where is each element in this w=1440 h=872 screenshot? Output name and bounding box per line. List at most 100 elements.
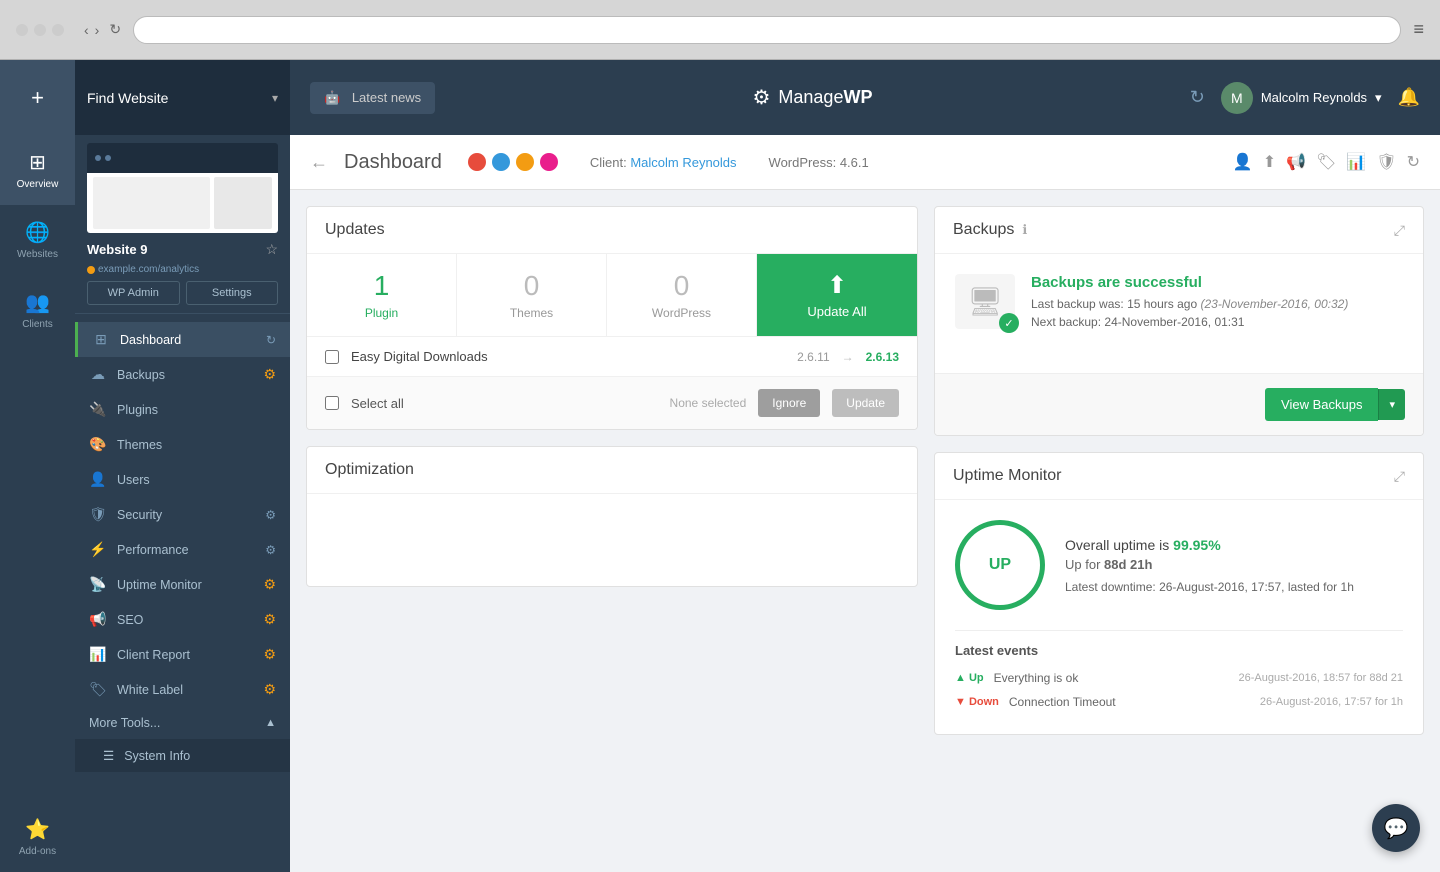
color-dot-pink[interactable] bbox=[540, 153, 558, 171]
settings-button[interactable]: Settings bbox=[186, 281, 279, 305]
select-all-label: Select all bbox=[351, 396, 658, 411]
color-dot-orange[interactable] bbox=[516, 153, 534, 171]
server-icon: 🖥 bbox=[967, 285, 1003, 318]
forward-arrow[interactable]: › bbox=[95, 22, 100, 38]
backups-info-icon[interactable]: ℹ bbox=[1022, 222, 1027, 238]
plugin-label: Plugin bbox=[323, 306, 440, 320]
header-announce-icon[interactable]: 📢 bbox=[1286, 152, 1306, 172]
wordpress-stat[interactable]: 0 WordPress bbox=[607, 254, 757, 336]
sidebar-item-uptime[interactable]: 📡 Uptime Monitor ⚙ bbox=[75, 567, 290, 602]
sidebar-item-backups[interactable]: ☁ Backups ⚙ bbox=[75, 357, 290, 392]
bell-icon[interactable]: 🔔 bbox=[1398, 87, 1420, 108]
sidebar-client-report-label: Client Report bbox=[117, 648, 253, 662]
themes-stat[interactable]: 0 Themes bbox=[457, 254, 607, 336]
header-upload-icon[interactable]: ⬆ bbox=[1263, 152, 1276, 172]
update-all-button[interactable]: ⬆ Update All bbox=[757, 254, 917, 336]
plugin-count: 1 bbox=[323, 270, 440, 302]
user-menu[interactable]: M Malcolm Reynolds ▾ bbox=[1221, 82, 1382, 114]
none-selected-label: None selected bbox=[670, 396, 747, 410]
header-user-icon[interactable]: 👤 bbox=[1233, 152, 1253, 172]
sidebar-item-system-info[interactable]: ☰ System Info bbox=[75, 739, 290, 772]
rail-add-button[interactable]: + bbox=[0, 60, 75, 135]
updates-title: Updates bbox=[325, 221, 385, 239]
sidebar-header[interactable]: Find Website ▾ bbox=[75, 60, 290, 135]
uptime-circle: UP bbox=[955, 520, 1045, 610]
uptime-percent-val: 99.95% bbox=[1173, 537, 1220, 553]
wordpress-count: 0 bbox=[623, 270, 740, 302]
color-dot-red[interactable] bbox=[468, 153, 486, 171]
back-button[interactable]: ← bbox=[310, 152, 328, 173]
favorite-star-icon[interactable]: ☆ bbox=[265, 241, 278, 258]
security-gear-icon: ⚙ bbox=[265, 508, 276, 522]
rail-item-overview[interactable]: ⊞ Overview bbox=[0, 135, 75, 205]
latest-events-title: Latest events bbox=[955, 630, 1403, 658]
backup-info: Backups are successful Last backup was: … bbox=[1031, 274, 1403, 333]
sidebar-item-dashboard[interactable]: ⊞ Dashboard ↻ bbox=[75, 322, 290, 357]
uptime-percent: Overall uptime is 99.95% bbox=[1065, 537, 1403, 553]
browser-refresh[interactable]: ↻ bbox=[109, 21, 121, 38]
back-arrow[interactable]: ‹ bbox=[84, 22, 89, 38]
update-row-checkbox[interactable] bbox=[325, 350, 339, 364]
header-refresh-icon[interactable]: ↻ bbox=[1407, 152, 1420, 172]
rail-item-clients[interactable]: 👥 Clients bbox=[0, 275, 75, 345]
uptime-expand-icon[interactable]: ⤢ bbox=[1394, 468, 1405, 485]
next-backup-time: 24-November-2016, 01:31 bbox=[1104, 315, 1244, 329]
white-label-nav-icon: 🏷 bbox=[89, 681, 107, 698]
icon-rail: + ⊞ Overview 🌐 Websites 👥 Clients ⭐ Add-… bbox=[0, 60, 75, 872]
view-backups-main-btn[interactable]: View Backups bbox=[1265, 388, 1378, 421]
thumb-dot-2 bbox=[105, 155, 111, 161]
header-right: ↻ M Malcolm Reynolds ▾ 🔔 bbox=[1190, 82, 1420, 114]
websites-icon: 🌐 bbox=[25, 220, 50, 245]
user-avatar: M bbox=[1221, 82, 1253, 114]
plugins-nav-icon: 🔌 bbox=[89, 401, 107, 418]
event-up-label: ▲ Up bbox=[955, 672, 984, 684]
backups-card: Backups ℹ ⤢ 🖥 ✓ Backups a bbox=[934, 206, 1424, 436]
browser-menu-icon[interactable]: ≡ bbox=[1413, 19, 1424, 40]
header-chart-icon[interactable]: 📊 bbox=[1346, 152, 1366, 172]
sidebar-item-security[interactable]: 🛡 Security ⚙ bbox=[75, 497, 290, 532]
addons-icon: ⭐ bbox=[25, 817, 50, 842]
sidebar-white-label-label: White Label bbox=[117, 683, 253, 697]
client-info: Client: Malcolm Reynolds bbox=[590, 155, 737, 170]
website-url: example.com/analytics bbox=[87, 264, 278, 275]
sidebar-item-performance[interactable]: ⚡ Performance ⚙ bbox=[75, 532, 290, 567]
plugin-stat[interactable]: 1 Plugin bbox=[307, 254, 457, 336]
last-backup-detail: Last backup was: 15 hours ago (23-Novemb… bbox=[1031, 297, 1403, 311]
sidebar-item-seo[interactable]: 📢 SEO ⚙ bbox=[75, 602, 290, 637]
rail-item-websites[interactable]: 🌐 Websites bbox=[0, 205, 75, 275]
sidebar-item-client-report[interactable]: 📊 Client Report ⚙ bbox=[75, 637, 290, 672]
backups-card-header: Backups ℹ ⤢ bbox=[935, 207, 1423, 254]
client-label: Client: bbox=[590, 155, 627, 170]
backups-expand-icon[interactable]: ⤢ bbox=[1394, 222, 1405, 239]
update-button[interactable]: Update bbox=[832, 389, 899, 417]
uptime-duration: Up for 88d 21h bbox=[1065, 557, 1403, 572]
wp-admin-button[interactable]: WP Admin bbox=[87, 281, 180, 305]
sidebar-item-themes[interactable]: 🎨 Themes bbox=[75, 427, 290, 462]
uptime-overview: UP Overall uptime is 99.95% Up for 88d 2… bbox=[955, 520, 1403, 610]
white-label-gear-icon: ⚙ bbox=[263, 681, 276, 698]
header-refresh-icon[interactable]: ↻ bbox=[1190, 87, 1205, 108]
news-badge[interactable]: 🤖 Latest news bbox=[310, 82, 435, 114]
more-tools-section[interactable]: More Tools... ▲ bbox=[75, 707, 290, 739]
address-bar[interactable] bbox=[133, 16, 1401, 44]
sidebar-item-plugins[interactable]: 🔌 Plugins bbox=[75, 392, 290, 427]
view-backups-button[interactable]: View Backups ▾ bbox=[1265, 388, 1405, 421]
dashboard-icon: ⊞ bbox=[92, 331, 110, 348]
sub-header-actions: 👤 ⬆ 📢 🏷 📊 🛡 ↻ bbox=[1233, 152, 1420, 172]
overview-icon: ⊞ bbox=[29, 150, 46, 175]
rail-item-addons[interactable]: ⭐ Add-ons bbox=[0, 802, 75, 872]
select-all-checkbox[interactable] bbox=[325, 396, 339, 410]
color-dot-blue[interactable] bbox=[492, 153, 510, 171]
chat-bubble[interactable]: 💬 bbox=[1372, 804, 1420, 852]
view-backups-dropdown-btn[interactable]: ▾ bbox=[1378, 389, 1405, 420]
next-backup-detail: Next backup: 24-November-2016, 01:31 bbox=[1031, 315, 1403, 329]
update-row: Easy Digital Downloads 2.6.11 → 2.6.13 bbox=[307, 337, 917, 376]
ignore-button[interactable]: Ignore bbox=[758, 389, 820, 417]
sidebar-item-white-label[interactable]: 🏷 White Label ⚙ bbox=[75, 672, 290, 707]
sidebar-item-users[interactable]: 👤 Users bbox=[75, 462, 290, 497]
seo-nav-icon: 📢 bbox=[89, 611, 107, 628]
header-tag-icon[interactable]: 🏷 bbox=[1316, 152, 1336, 172]
header-shield-icon[interactable]: 🛡 bbox=[1376, 152, 1396, 172]
client-name-link[interactable]: Malcolm Reynolds bbox=[630, 155, 736, 170]
optimization-title: Optimization bbox=[325, 461, 414, 479]
